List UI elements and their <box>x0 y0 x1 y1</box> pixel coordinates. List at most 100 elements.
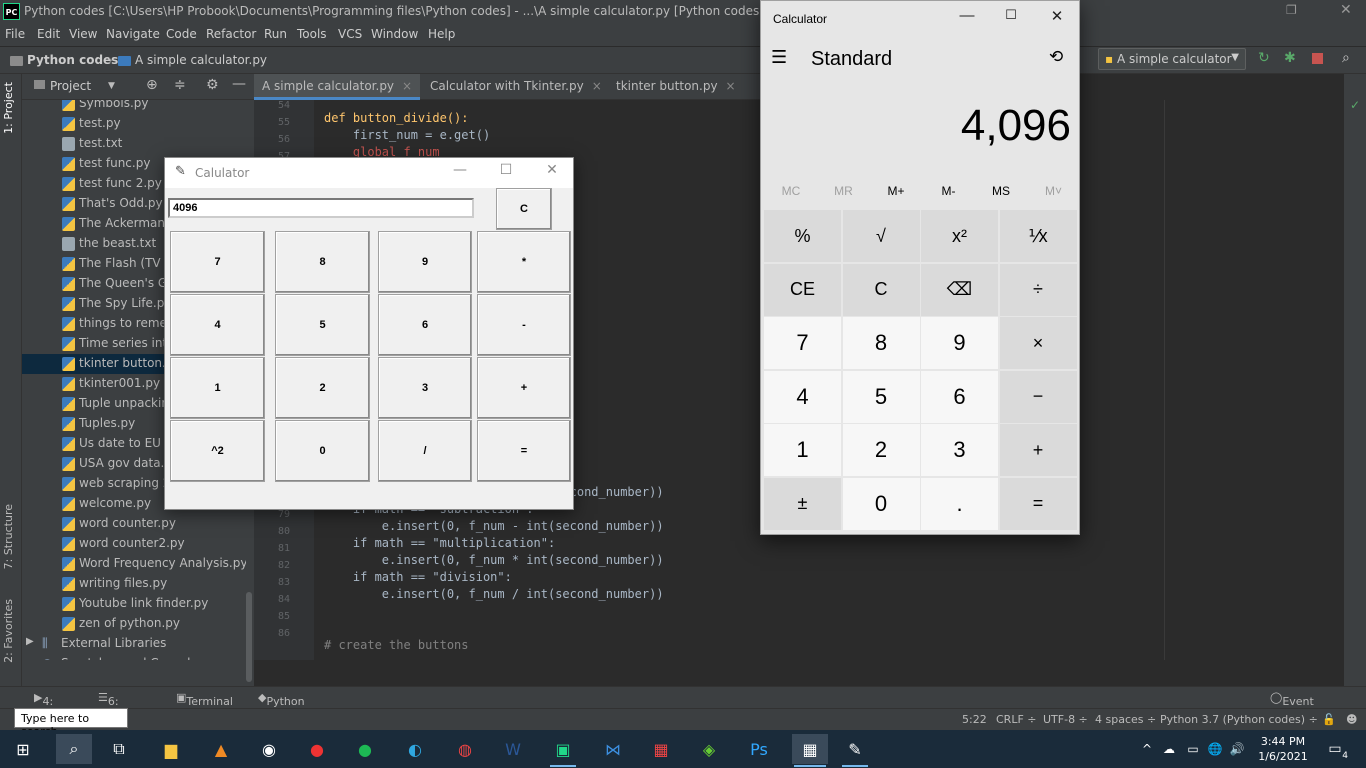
external-libraries-node[interactable]: ▶ ⫼ External Libraries <box>22 634 246 654</box>
calc-button-negate[interactable]: ± <box>764 477 841 530</box>
taskbar-clock[interactable]: 3:44 PM 1/6/2021 <box>1248 734 1318 764</box>
menu-tools[interactable]: Tools <box>297 27 327 41</box>
tk-button-minus[interactable]: - <box>477 294 571 356</box>
tk-button-5[interactable]: 5 <box>275 294 370 356</box>
stop-icon[interactable] <box>1312 53 1323 64</box>
memory-button-mr[interactable]: MR <box>818 184 870 198</box>
menu-help[interactable]: Help <box>428 27 455 41</box>
calc-button-0[interactable]: 0 <box>842 477 920 530</box>
todo-tool-button[interactable]: ☰ 6: TODO <box>98 691 140 721</box>
edge-icon[interactable]: ◐ <box>400 734 430 764</box>
close-icon[interactable]: × <box>402 79 412 93</box>
menu-view[interactable]: View <box>69 27 97 41</box>
close-icon[interactable]: ✕ <box>1340 2 1352 18</box>
tk-button-6[interactable]: 6 <box>378 294 472 356</box>
app-grid-icon[interactable]: ▦ <box>646 734 676 764</box>
chevron-down-icon[interactable]: ▼ <box>108 81 115 91</box>
close-icon[interactable]: ✕ <box>537 162 567 184</box>
file-tree-item[interactable]: test.txt <box>22 134 246 154</box>
tk-clear-button[interactable]: C <box>496 188 552 230</box>
search-icon[interactable]: ⌕ <box>56 734 92 764</box>
python-console-button[interactable]: ◆ Python Console <box>258 691 310 721</box>
menu-window[interactable]: Window <box>371 27 418 41</box>
chrome-icon[interactable]: ◍ <box>450 734 480 764</box>
tab-tkinter-button[interactable]: tkinter button.py × <box>608 74 748 100</box>
calculator-taskbar-icon[interactable]: ▦ <box>792 734 828 767</box>
menu-edit[interactable]: Edit <box>37 27 60 41</box>
collapse-icon[interactable]: ≑ <box>174 77 186 93</box>
calc-button-7[interactable]: 7 <box>764 317 841 369</box>
calc-button-clear-entry[interactable]: CE <box>764 263 841 316</box>
tk-button-multiply[interactable]: * <box>477 231 571 293</box>
tab-structure[interactable]: 7: Structure <box>2 504 15 569</box>
pycharm-icon[interactable]: ▣ <box>548 734 578 767</box>
tk-button-4[interactable]: 4 <box>170 294 265 356</box>
memory-button-m-minus[interactable]: M- <box>923 184 975 198</box>
run-configuration-select[interactable]: ▪ A simple calculator ▼ <box>1098 48 1246 70</box>
breadcrumb-file[interactable]: A simple calculator.py <box>118 53 267 67</box>
run-tool-button[interactable]: ▶ 4: Run <box>34 691 64 721</box>
calc-button-divide[interactable]: ÷ <box>999 263 1077 316</box>
line-separator[interactable]: CRLF ÷ <box>996 713 1037 726</box>
tab-project[interactable]: 1: Project <box>2 82 15 134</box>
event-log-button[interactable]: ◯ Event Log <box>1270 691 1314 721</box>
calc-button-percent[interactable]: % <box>764 210 841 262</box>
file-tree-item[interactable]: Youtube link finder.py <box>22 594 246 614</box>
calc-button-sqrt[interactable]: √ <box>842 210 920 262</box>
locate-icon[interactable]: ⊕ <box>146 77 158 93</box>
calc-button-multiply[interactable]: × <box>999 317 1077 369</box>
vscode-icon[interactable]: ⋈ <box>598 734 628 764</box>
calc-button-clear[interactable]: C <box>842 263 920 316</box>
expand-arrow-icon[interactable]: ▶ <box>26 636 34 647</box>
rerun-icon[interactable]: ↻ <box>1258 50 1270 66</box>
tab-favorites[interactable]: 2: Favorites <box>2 599 15 663</box>
close-icon[interactable]: × <box>726 79 736 93</box>
file-explorer-icon[interactable]: ▆ <box>156 734 186 764</box>
close-icon[interactable]: × <box>592 79 602 93</box>
calc-button-square[interactable]: x² <box>921 210 998 262</box>
hamburger-icon[interactable]: ☰ <box>771 47 787 68</box>
tk-button-equals[interactable]: = <box>477 420 571 482</box>
indent-setting[interactable]: 4 spaces ÷ <box>1095 713 1156 726</box>
tk-button-plus[interactable]: + <box>477 357 571 419</box>
memory-button-m-plus[interactable]: M+ <box>870 184 922 198</box>
menu-vcs[interactable]: VCS <box>338 27 362 41</box>
debug-icon[interactable]: ✱ <box>1284 50 1296 66</box>
tk-button-0[interactable]: 0 <box>275 420 370 482</box>
tk-button-8[interactable]: 8 <box>275 231 370 293</box>
spotify-icon[interactable]: ● <box>350 734 380 764</box>
calc-button-5[interactable]: 5 <box>842 370 920 423</box>
close-icon[interactable]: ✕ <box>1037 7 1077 31</box>
task-view-icon[interactable]: ⧉ <box>104 734 134 764</box>
tk-button-3[interactable]: 3 <box>378 357 472 419</box>
file-tree-item[interactable]: Word Frequency Analysis.py <box>22 554 246 574</box>
menu-navigate[interactable]: Navigate <box>106 27 160 41</box>
obs-icon[interactable]: ◉ <box>254 734 284 764</box>
lock-icon[interactable]: 🔓 <box>1322 713 1336 726</box>
photoshop-icon[interactable]: Ps <box>744 734 774 764</box>
vlc-icon[interactable]: ▲ <box>206 734 236 764</box>
breadcrumb-project[interactable]: Python codes <box>10 53 118 67</box>
calc-button-4[interactable]: 4 <box>764 370 841 423</box>
inspector-icon[interactable]: ☻ <box>1346 713 1357 726</box>
calc-button-3[interactable]: 3 <box>921 424 998 476</box>
file-tree-item[interactable]: zen of python.py <box>22 614 246 634</box>
hide-icon[interactable]: — <box>232 76 246 92</box>
media-player-icon[interactable]: ● <box>302 734 332 764</box>
calc-button-reciprocal[interactable]: ⅟x <box>999 210 1077 262</box>
scratches-node[interactable]: ◔ Scratches and Consoles <box>22 654 246 660</box>
calc-button-equals[interactable]: = <box>999 477 1077 530</box>
word-icon[interactable]: W <box>498 734 528 764</box>
caret-position[interactable]: 5:22 <box>962 713 987 726</box>
terminal-tool-button[interactable]: ▣ Terminal <box>176 691 233 708</box>
app-leaf-icon[interactable]: ◈ <box>694 734 724 764</box>
memory-button-ms[interactable]: MS <box>975 184 1027 198</box>
windows-start-icon[interactable]: ⊞ <box>8 734 38 764</box>
project-panel-title[interactable]: Project <box>50 79 91 93</box>
history-icon[interactable]: ⟲ <box>1049 47 1063 67</box>
tk-button-2[interactable]: 2 <box>275 357 370 419</box>
tkinter-feather-icon[interactable]: ✎ <box>840 734 870 767</box>
tk-button-1[interactable]: 1 <box>170 357 265 419</box>
tk-button-9[interactable]: 9 <box>378 231 472 293</box>
file-tree-item[interactable]: writing files.py <box>22 574 246 594</box>
